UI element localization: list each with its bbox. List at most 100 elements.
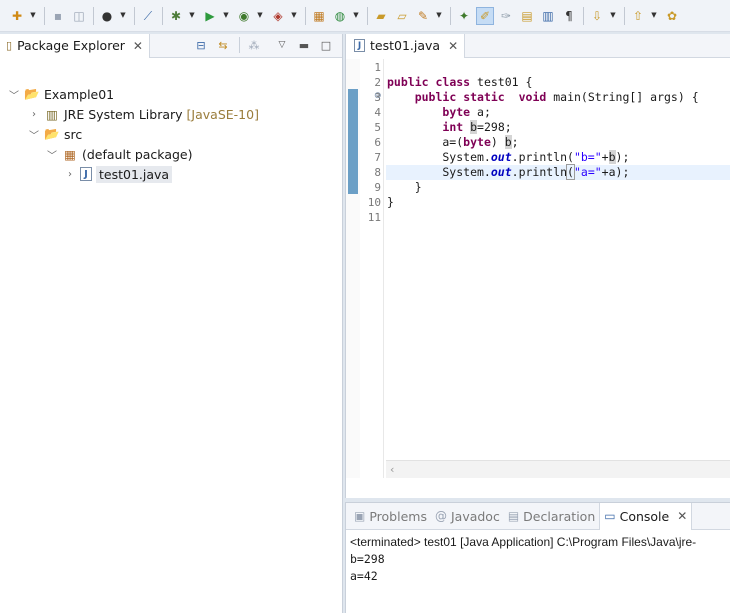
last-edit-dropdown-icon[interactable]: ▼	[609, 7, 617, 25]
toolbar-separator	[44, 6, 45, 25]
new-java-package-icon[interactable]: ▦	[310, 7, 328, 25]
line-number: 10	[367, 196, 381, 209]
back-icon[interactable]: ✿	[663, 7, 681, 25]
external-tools-icon[interactable]: ◈	[269, 7, 287, 25]
toolbar-separator	[367, 6, 368, 25]
javadoc-icon: @	[434, 509, 447, 523]
toolbar-separator	[162, 6, 163, 25]
horizontal-scrollbar[interactable]: ‹	[386, 460, 730, 478]
code-area[interactable]: 1 2 3 4 5 6 7 8 9 10 11 ⊖ public class test01 { pu…	[346, 59, 730, 478]
tree-item-default-package[interactable]: ﹀ ▦ (default package)	[46, 144, 192, 164]
close-icon[interactable]: ✕	[677, 509, 687, 523]
line-number: 8	[374, 166, 381, 179]
tab-label: Declaration	[523, 508, 596, 524]
toolbar-separator	[305, 6, 306, 25]
tree-item-test01-java[interactable]: › J test01.java	[64, 164, 173, 184]
skip-breakpoints-icon[interactable]: ⟋	[139, 7, 157, 25]
tree-item-decoration: [JavaSE-10]	[186, 106, 259, 122]
tab-label: Javadoc	[450, 508, 500, 524]
tree-item-label: src	[64, 126, 83, 142]
open-task-icon[interactable]: ▱	[393, 7, 411, 25]
line-number: 2	[374, 76, 381, 89]
console-status: <terminated> test01 [Java Application] C…	[350, 535, 697, 549]
run-icon[interactable]: ▶	[201, 7, 219, 25]
java-file-icon: J	[354, 39, 365, 52]
console-output[interactable]: <terminated> test01 [Java Application] C…	[346, 530, 730, 589]
line-number: 4	[374, 106, 381, 119]
open-type-icon[interactable]: ▰	[372, 7, 390, 25]
scroll-left-icon[interactable]: ‹	[390, 463, 394, 476]
problems-icon: ▣	[354, 509, 366, 523]
minimize-icon[interactable]: ▬	[296, 37, 312, 53]
focus-on-active-task-icon[interactable]: ⁂	[246, 37, 262, 53]
expand-chevron-icon[interactable]: ﹀	[46, 147, 58, 162]
close-icon[interactable]: ✕	[133, 39, 143, 53]
code-line: a=(byte) b;	[387, 135, 519, 149]
forward-icon[interactable]: ⇧	[629, 7, 647, 25]
fold-toggle-icon[interactable]: ⊖	[374, 91, 382, 101]
tab-declaration[interactable]: ▤ Declaration	[504, 503, 599, 530]
package-explorer-actions: ⊟ ⇆ ⁂ ▽ ▬ □	[187, 37, 334, 53]
last-edit-icon[interactable]: ⇩	[588, 7, 606, 25]
next-annotation-icon[interactable]: ▥	[539, 7, 557, 25]
show-whitespace-icon[interactable]: ▤	[518, 7, 536, 25]
tab-label: Problems	[369, 508, 427, 524]
tree-item-src[interactable]: ﹀ 📂 src	[28, 124, 82, 144]
tab-javadoc[interactable]: @ Javadoc	[431, 503, 504, 530]
tree-item-jre-system-library[interactable]: › ▥ JRE System Library [JavaSE-10]	[28, 104, 259, 124]
java-file-icon: J	[80, 167, 92, 181]
debug-dropdown-icon[interactable]: ▼	[188, 7, 196, 25]
search-icon[interactable]: ✎	[414, 7, 432, 25]
mark-occurrences-icon[interactable]: ✐	[476, 6, 494, 25]
block-selection-icon[interactable]: ✑	[497, 7, 515, 25]
profile-dropdown-icon[interactable]: ▼	[119, 7, 127, 25]
search-dropdown-icon[interactable]: ▼	[435, 7, 443, 25]
collapse-chevron-icon[interactable]: ›	[28, 109, 40, 120]
editor-tab-test01-java[interactable]: J test01.java ✕	[346, 33, 466, 58]
expand-chevron-icon[interactable]: ﹀	[28, 127, 40, 142]
line-number: 7	[374, 151, 381, 164]
expand-chevron-icon[interactable]: ﹀	[8, 87, 20, 102]
maximize-icon[interactable]: □	[318, 37, 334, 53]
line-number: 1	[374, 61, 381, 74]
previous-annotation-icon[interactable]: ¶	[560, 7, 578, 25]
tab-console[interactable]: ▭ Console ✕	[599, 502, 693, 530]
editor-tab-label: test01.java	[370, 38, 441, 53]
line-number: 9	[374, 181, 381, 194]
tree-item-example01[interactable]: ﹀ 📂 Example01	[8, 84, 114, 104]
console-view: ▣ Problems @ Javadoc ▤ Declaration ▭ Con…	[345, 502, 730, 613]
external-tools-dropdown-icon[interactable]: ▼	[290, 7, 298, 25]
tree-item-label: Example01	[44, 86, 115, 102]
profile-icon[interactable]: ●	[98, 7, 116, 25]
tree-item-label: test01.java	[96, 165, 173, 183]
collapse-all-icon[interactable]: ⊟	[193, 37, 209, 53]
actions-separator	[239, 37, 240, 53]
save-icon[interactable]: ▪	[49, 7, 67, 25]
run-dropdown-icon[interactable]: ▼	[222, 7, 230, 25]
project-tree: ﹀ 📂 Example01 › ▥ JRE System Library [Ja…	[0, 58, 342, 183]
save-all-icon[interactable]: ◫	[70, 7, 88, 25]
link-with-editor-icon[interactable]: ⇆	[215, 37, 231, 53]
view-menu-icon[interactable]: ▽	[274, 37, 290, 53]
change-ruler	[346, 59, 360, 478]
java-editor: J test01.java ✕ 1 2 3 4 5 6 7 8 9 10 11 ⊖ public c…	[345, 33, 730, 498]
tab-problems[interactable]: ▣ Problems	[350, 503, 431, 530]
collapse-chevron-icon[interactable]: ›	[64, 169, 76, 180]
code-line: public static void main(String[] args) {	[414, 90, 699, 104]
coverage-icon[interactable]: ◉	[235, 7, 253, 25]
new-java-class-icon[interactable]: ◍	[331, 7, 349, 25]
package-explorer-title: Package Explorer	[17, 38, 125, 53]
pin-icon[interactable]: ✦	[455, 7, 473, 25]
toolbar-separator	[583, 6, 584, 25]
debug-icon[interactable]: ✱	[167, 7, 185, 25]
package-explorer-tab[interactable]: ▯ Package Explorer ✕	[0, 33, 150, 58]
coverage-dropdown-icon[interactable]: ▼	[256, 7, 264, 25]
new-java-class-dropdown-icon[interactable]: ▼	[352, 7, 360, 25]
forward-dropdown-icon[interactable]: ▼	[650, 7, 658, 25]
close-icon[interactable]: ✕	[448, 39, 458, 53]
new-wizard-dropdown-icon[interactable]: ▼	[29, 7, 37, 25]
new-wizard-icon[interactable]: ✚	[8, 7, 26, 25]
source-code[interactable]: public class test01 { public static void…	[386, 59, 730, 478]
